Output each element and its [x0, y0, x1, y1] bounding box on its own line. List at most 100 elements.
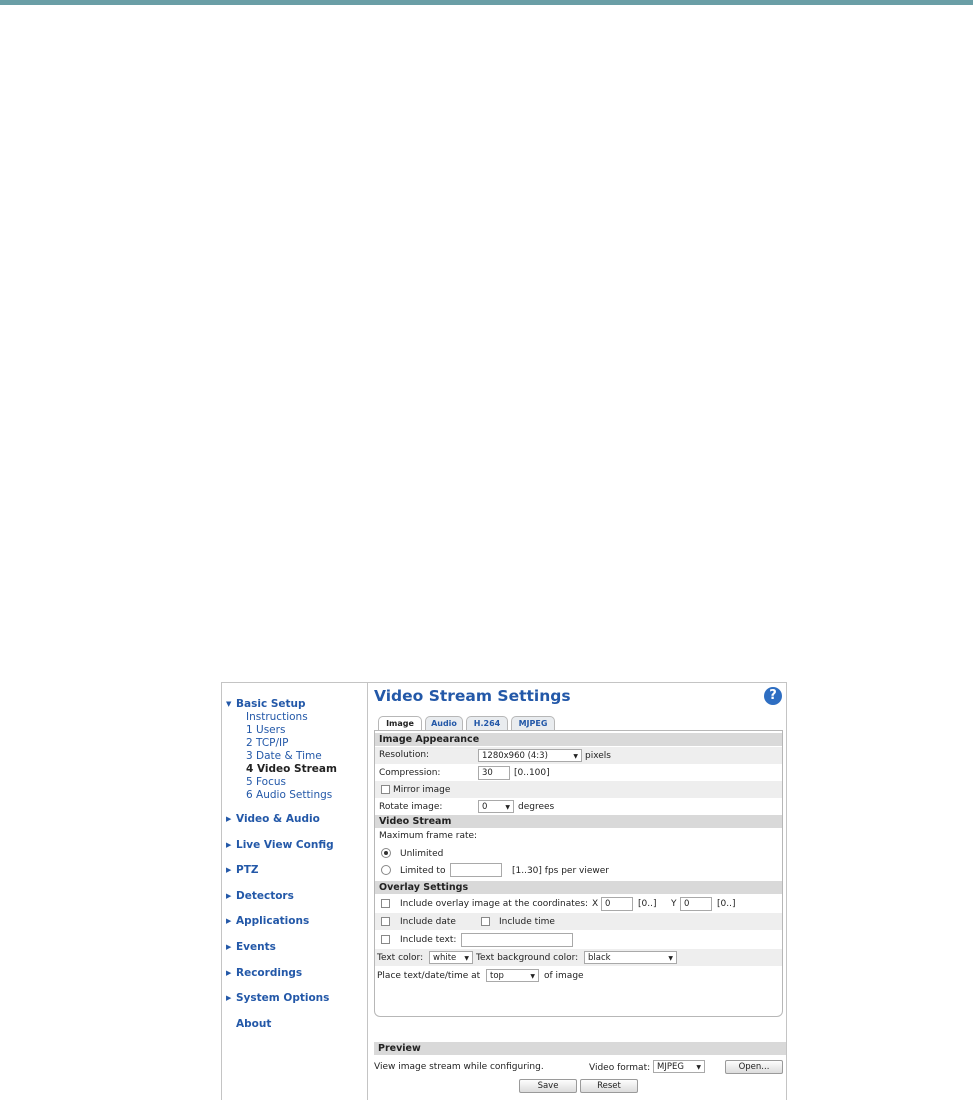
nav-system-options[interactable]: ▶ System Options — [226, 992, 329, 1004]
nav-basic-setup[interactable]: ▼ Basic Setup — [226, 698, 306, 710]
nav-video-audio[interactable]: ▶ Video & Audio — [226, 813, 320, 825]
sidebar-nav: ▼ Basic Setup Instructions 1 Users 2 TCP/… — [222, 683, 368, 1100]
main-content: Video Stream Settings ? Image Audio H.26… — [370, 683, 786, 1100]
placement-select[interactable]: top ▼ — [486, 969, 539, 982]
include-date-checkbox[interactable] — [381, 917, 390, 926]
tab-audio[interactable]: Audio — [425, 716, 463, 730]
frame-rate-range: [1..30] fps per viewer — [512, 866, 609, 876]
nav-label: PTZ — [236, 864, 259, 876]
chevron-down-icon: ▼ — [464, 955, 469, 962]
placement-suffix: of image — [544, 971, 584, 981]
resolution-label: Resolution: — [379, 750, 430, 760]
nav-label: Applications — [236, 915, 310, 927]
rotate-row: Rotate image: 0 ▼ degrees — [375, 798, 782, 815]
chevron-down-icon: ▼ — [530, 973, 535, 980]
mirror-image-label: Mirror image — [393, 785, 451, 795]
nav-recordings[interactable]: ▶ Recordings — [226, 967, 302, 979]
section-video-stream: Video Stream — [375, 815, 782, 828]
compression-input[interactable]: 30 — [478, 766, 510, 780]
chevron-down-icon: ▼ — [226, 700, 232, 708]
overlay-x-input[interactable]: 0 — [601, 897, 633, 911]
frame-rate-input[interactable] — [450, 863, 502, 877]
nav-applications[interactable]: ▶ Applications — [226, 915, 309, 927]
nav-events[interactable]: ▶ Events — [226, 941, 276, 953]
text-color-value: white — [433, 953, 457, 963]
overlay-image-label: Include overlay image at the coordinates… — [400, 899, 589, 909]
placement-label: Place text/date/time at — [377, 971, 481, 981]
chevron-right-icon: ▶ — [226, 815, 232, 823]
open-preview-button[interactable]: Open... — [725, 1060, 783, 1074]
compression-label: Compression: — [379, 768, 441, 778]
chevron-right-icon: ▶ — [226, 892, 232, 900]
include-text-checkbox[interactable] — [381, 935, 390, 944]
unlimited-radio[interactable] — [381, 848, 391, 858]
chevron-down-icon: ▼ — [573, 753, 578, 760]
nav-label: Detectors — [236, 890, 294, 902]
nav-tcpip[interactable]: 2 TCP/IP — [246, 737, 288, 750]
nav-detectors[interactable]: ▶ Detectors — [226, 890, 294, 902]
include-text-input[interactable] — [461, 933, 573, 947]
nav-audio-settings[interactable]: 6 Audio Settings — [246, 789, 332, 802]
nav-date-time[interactable]: 3 Date & Time — [246, 750, 322, 763]
rotate-unit: degrees — [518, 802, 555, 812]
mirror-image-checkbox[interactable] — [381, 785, 390, 794]
page-title: Video Stream Settings — [374, 687, 571, 705]
nav-label: About — [236, 1018, 272, 1030]
tab-h264[interactable]: H.264 — [466, 716, 508, 730]
nav-instructions[interactable]: Instructions — [246, 711, 308, 724]
nav-basic-setup-label: Basic Setup — [236, 698, 306, 710]
text-bg-select[interactable]: black ▼ — [584, 951, 677, 964]
placement-row: Place text/date/time at top ▼ of image — [375, 967, 782, 984]
chevron-down-icon: ▼ — [505, 804, 510, 811]
overlay-y-input[interactable]: 0 — [680, 897, 712, 911]
nav-users[interactable]: 1 Users — [246, 724, 285, 737]
date-time-row: Include date Include time — [375, 913, 782, 930]
video-format-value: MJPEG — [657, 1062, 684, 1072]
resolution-select[interactable]: 1280x960 (4:3) ▼ — [478, 749, 582, 762]
chevron-right-icon: ▶ — [226, 866, 232, 874]
max-frame-rate-label: Maximum frame rate: — [379, 831, 478, 841]
limited-radio[interactable] — [381, 865, 391, 875]
overlay-y-label: Y — [671, 899, 677, 909]
nav-video-stream[interactable]: 4 Video Stream — [246, 763, 337, 776]
text-color-row: Text color: white ▼ Text background color… — [375, 949, 782, 966]
overlay-image-checkbox[interactable] — [381, 899, 390, 908]
compression-range: [0..100] — [514, 768, 550, 778]
resolution-value: 1280x960 (4:3) — [482, 751, 548, 761]
resolution-unit: pixels — [585, 751, 611, 761]
tab-mjpeg[interactable]: MJPEG — [511, 716, 555, 730]
chevron-down-icon: ▼ — [668, 955, 673, 962]
nav-focus[interactable]: 5 Focus — [246, 776, 286, 789]
compression-row: Compression: 30 [0..100] — [375, 764, 782, 781]
nav-ptz[interactable]: ▶ PTZ — [226, 864, 258, 876]
chevron-right-icon: ▶ — [226, 943, 232, 951]
mirror-row: Mirror image — [375, 781, 782, 798]
top-accent-bar — [0, 0, 973, 5]
include-text-row: Include text: — [375, 931, 782, 948]
image-settings-panel: Image Appearance Resolution: 1280x960 (4… — [374, 730, 783, 1017]
reset-button[interactable]: Reset — [580, 1079, 638, 1093]
video-format-select[interactable]: MJPEG ▼ — [653, 1060, 705, 1073]
text-color-select[interactable]: white ▼ — [429, 951, 473, 964]
tab-image[interactable]: Image — [378, 716, 422, 731]
chevron-right-icon: ▶ — [226, 969, 232, 977]
nav-live-view-config[interactable]: ▶ Live View Config — [226, 839, 334, 851]
chevron-right-icon: ▶ — [226, 994, 232, 1002]
chevron-right-icon: ▶ — [226, 917, 232, 925]
include-text-label: Include text: — [400, 935, 457, 945]
help-icon[interactable]: ? — [764, 687, 782, 705]
nav-about[interactable]: About — [226, 1018, 271, 1030]
section-preview: Preview — [374, 1042, 786, 1055]
nav-label: System Options — [236, 992, 330, 1004]
rotate-select[interactable]: 0 ▼ — [478, 800, 514, 813]
section-image-appearance: Image Appearance — [375, 733, 782, 746]
overlay-y-range: [0..] — [717, 899, 736, 909]
settings-window: ▼ Basic Setup Instructions 1 Users 2 TCP/… — [221, 682, 787, 1100]
video-format-label: Video format: — [589, 1063, 651, 1073]
include-time-checkbox[interactable] — [481, 917, 490, 926]
chevron-down-icon: ▼ — [696, 1064, 701, 1071]
nav-label: Video & Audio — [236, 813, 320, 825]
save-button[interactable]: Save — [519, 1079, 577, 1093]
text-bg-value: black — [588, 953, 611, 963]
rotate-label: Rotate image: — [379, 802, 443, 812]
